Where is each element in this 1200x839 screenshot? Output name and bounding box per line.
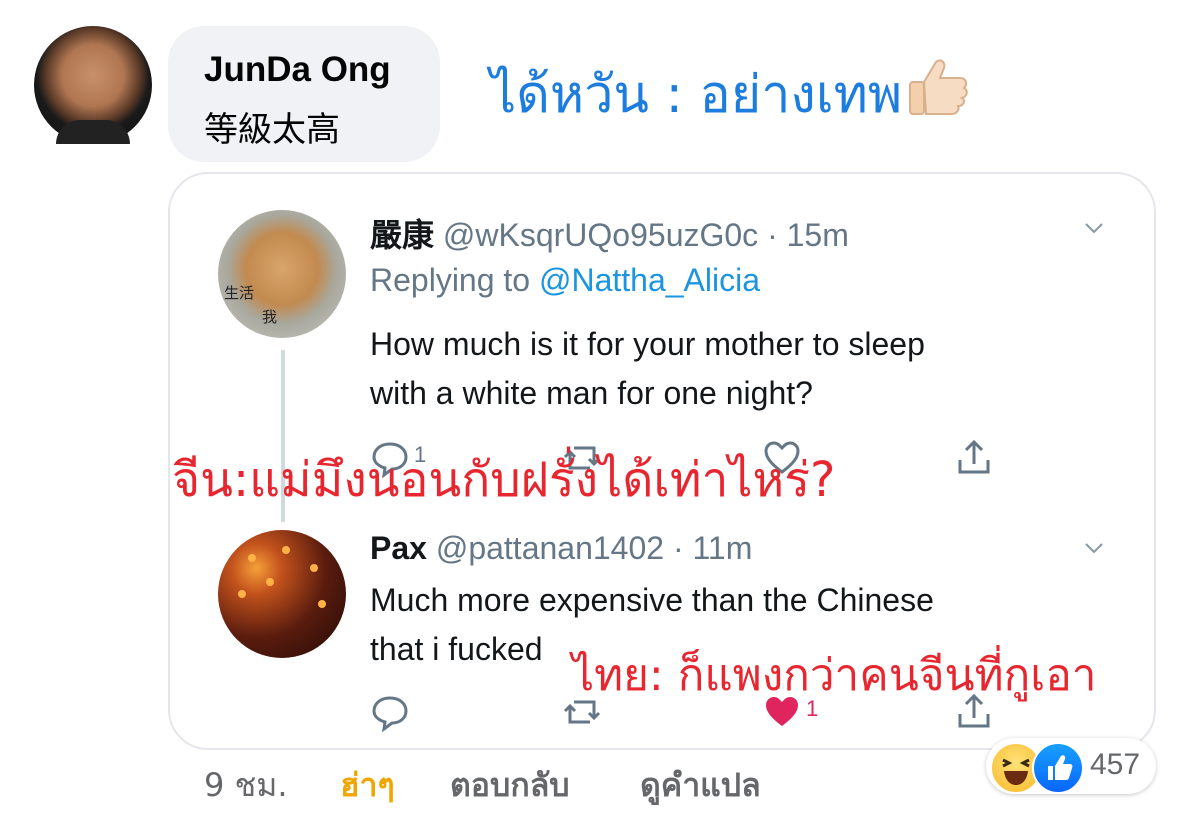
tweet-text: How much is it for your mother to sleep … (370, 320, 1090, 418)
comment-bubble: JunDa Ong 等級太高 (168, 26, 440, 162)
lantern-light (266, 578, 274, 586)
comment-author[interactable]: JunDa Ong (204, 50, 391, 90)
tweet-avatar-dog[interactable]: 生活 我 (218, 210, 346, 338)
tweet-username[interactable]: Pax (370, 530, 427, 566)
replying-handle[interactable]: @Nattha_Alicia (539, 262, 760, 298)
tweet-header: Pax @pattanan1402 · 11m (370, 530, 752, 567)
thumbs-up-icon (909, 59, 968, 115)
share-button[interactable] (954, 438, 994, 478)
lantern-light (282, 546, 290, 554)
tweet-avatar-lanterns[interactable] (218, 530, 346, 658)
tweet-text-line: How much is it for your mother to sleep (370, 326, 925, 362)
comment-timestamp[interactable]: 9 ชม. (204, 760, 288, 811)
lantern-light (248, 554, 256, 562)
reaction-haha-button[interactable]: ฮ่าๆ (340, 760, 395, 811)
reply-icon (372, 696, 408, 733)
comment-text: 等級太高 (204, 110, 340, 150)
share-icon (958, 439, 990, 474)
tweet-text-line: with a white man for one night? (370, 375, 813, 411)
lantern-light (310, 564, 318, 572)
avatar-shirt (56, 120, 130, 144)
tweet-username[interactable]: 嚴康 (370, 217, 434, 253)
reaction-count: 457 (1090, 748, 1141, 781)
lantern-light (238, 590, 246, 598)
commenter-avatar[interactable] (34, 26, 152, 144)
tweet-text-line: Much more expensive than the Chinese (370, 582, 934, 618)
annotation-text: ได้หวัน : อย่างเทพ (490, 52, 970, 135)
reply-button[interactable] (370, 692, 410, 733)
avatar-label-2: 我 (262, 308, 278, 326)
tweet-handle[interactable]: @pattanan1402 (436, 530, 664, 566)
avatar-label-1: 生活 (224, 284, 255, 302)
reaction-summary[interactable]: 457 (986, 738, 1156, 794)
see-translation-link[interactable]: ดูคำแปล (640, 760, 761, 811)
lantern-light (318, 600, 326, 608)
tweet-time: · 15m (767, 217, 849, 253)
chevron-down-icon[interactable] (1084, 218, 1104, 238)
chevron-down-icon[interactable] (1084, 538, 1104, 558)
overlay-caption-thai: ไทย: ก็แพงกว่าคนจีนที่กูเอา (572, 650, 1097, 701)
replying-label: Replying to (370, 262, 531, 298)
replying-to: Replying to @Nattha_Alicia (370, 262, 760, 299)
like-icon (1032, 742, 1084, 794)
tweet-header: 嚴康 @wKsqrUQo95uzG0c · 15m (370, 210, 849, 256)
annotation-label: ได้หวัน : อย่างเทพ (490, 65, 903, 125)
reply-link[interactable]: ตอบกลับ (450, 760, 570, 811)
overlay-caption-chinese: จีน:แม่มึงนอนกับฝรั่งได้เท่าไหร่? (172, 452, 836, 508)
tweet-time: · 11m (672, 530, 753, 566)
like-thumb (1048, 755, 1073, 780)
tweet-handle[interactable]: @wKsqrUQo95uzG0c (443, 217, 758, 253)
